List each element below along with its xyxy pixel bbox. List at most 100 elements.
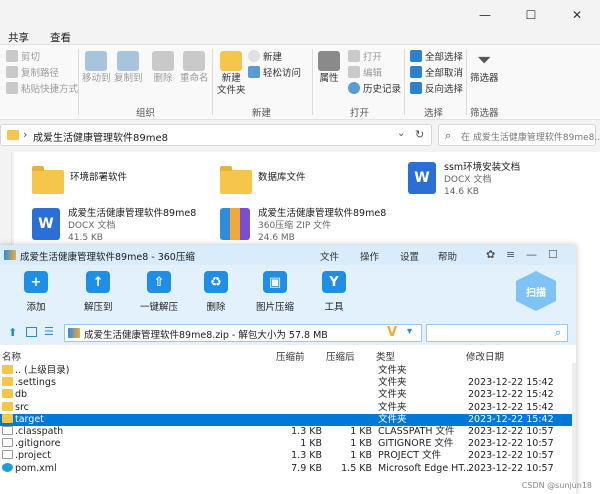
- paste-shortcut-button[interactable]: 粘贴快捷方式: [6, 81, 78, 95]
- address-bar[interactable]: › 成爱生活健康管理软件89me8 ⌄ ↻: [0, 124, 432, 146]
- properties-button[interactable]: 属性: [318, 51, 340, 85]
- select-all-button[interactable]: 全部选择: [410, 49, 463, 63]
- menu-icon[interactable]: ≡: [506, 248, 515, 261]
- file-icon: [2, 426, 13, 435]
- search-input[interactable]: ⌕ 在 成爱生活健康管理软件89me8...: [438, 124, 600, 146]
- watermark: CSDN @sunjun18: [521, 481, 592, 490]
- dropdown-arrow-icon[interactable]: ▾: [407, 326, 412, 337]
- table-row[interactable]: .classpath 1.3 KB 1 KB CLASSPATH 文件 2023-12-…: [0, 426, 576, 438]
- table-row[interactable]: .gitignore 1 KB 1 KB GITIGNORE 文件 2023-12-22…: [0, 438, 576, 450]
- menu-tab-share[interactable]: 共享: [8, 30, 29, 45]
- ribbon-separator: [466, 49, 467, 115]
- cell-type: CLASSPATH 文件: [378, 426, 455, 437]
- cell-type: PROJECT 文件: [378, 450, 442, 462]
- clock-icon: [348, 82, 360, 94]
- cell-date: 2023-12-22 15:42: [468, 413, 554, 425]
- ribbon: 剪切 复制路径 粘贴快捷方式 移动到 复制到 删除 重命名 组织 新建 文件夹 …: [0, 44, 600, 120]
- copy-to-button[interactable]: 复制到: [114, 51, 143, 85]
- easy-access-button[interactable]: 轻松访问: [248, 65, 301, 79]
- delete-button[interactable]: 删除: [152, 51, 174, 85]
- menu-tab-view[interactable]: 查看: [50, 30, 71, 45]
- zip-path-field[interactable]: 成爱生活健康管理软件89me8.zip - 解包大小为 57.8 MB V ▾: [64, 324, 422, 342]
- cell-date: 2023-12-22 15:42: [468, 401, 554, 413]
- chevron-down-icon[interactable]: ⌄: [397, 128, 405, 139]
- up-arrow-icon[interactable]: ⬆: [8, 326, 17, 339]
- cell-name: .project: [2, 450, 51, 462]
- column-modified[interactable]: 修改日期: [466, 349, 504, 363]
- tab-settings[interactable]: 设置: [400, 249, 419, 263]
- new-folder-icon: [220, 51, 243, 71]
- cut-button[interactable]: 剪切: [6, 49, 40, 63]
- file-item[interactable]: 成爱生活健康管理软件89me8 360压缩 ZIP 文件 24.6 MB: [220, 208, 386, 244]
- maximize-button[interactable]: ☐: [508, 0, 554, 30]
- maximize-icon[interactable]: ☐: [548, 248, 558, 261]
- copy-to-icon: [117, 51, 140, 71]
- column-type[interactable]: 类型: [376, 349, 395, 363]
- scrollbar[interactable]: [572, 363, 576, 483]
- column-size-before[interactable]: 压缩前: [276, 349, 305, 363]
- search-icon[interactable]: ⌕: [555, 326, 561, 340]
- rename-icon: [183, 51, 206, 71]
- tab-help[interactable]: 帮助: [438, 249, 457, 263]
- select-none-button[interactable]: 全部取消: [410, 65, 463, 79]
- tab-operation[interactable]: 操作: [360, 249, 379, 263]
- history-button[interactable]: 历史记录: [348, 81, 401, 95]
- edge-icon: [2, 462, 13, 472]
- table-row[interactable]: src 文件夹 2023-12-22 15:42: [0, 401, 576, 414]
- thumbnail-view-icon[interactable]: [26, 327, 37, 337]
- file-item[interactable]: W 成爱生活健康管理软件89me8 DOCX 文档 41.5 KB: [32, 208, 196, 244]
- invert-selection-button[interactable]: 反向选择: [410, 81, 463, 95]
- group-label-filter: 筛选器: [470, 108, 499, 119]
- folder-icon: [2, 389, 13, 399]
- column-size-after[interactable]: 压缩后: [326, 349, 355, 363]
- folder-icon: [2, 413, 13, 423]
- breadcrumb[interactable]: 成爱生活健康管理软件89me8: [33, 129, 168, 144]
- group-label-new: 新建: [252, 108, 272, 119]
- cell-type: Microsoft Edge HT...: [378, 462, 473, 474]
- add-button[interactable]: + 添加: [24, 271, 48, 313]
- rename-button[interactable]: 重命名: [180, 51, 209, 85]
- minimize-button[interactable]: —: [462, 0, 508, 30]
- table-row[interactable]: pom.xml 7.9 KB 1.5 KB Microsoft Edge HT... 2…: [0, 462, 576, 475]
- toolbar-label: 图片压缩: [256, 302, 295, 313]
- one-click-extract-button[interactable]: ⇧ 一键解压: [140, 271, 178, 313]
- file-name: .project: [15, 450, 51, 462]
- invert-selection-icon: [410, 82, 422, 94]
- copy-path-button[interactable]: 复制路径: [6, 65, 59, 79]
- table-row[interactable]: target 文件夹 2023-12-22 15:42: [0, 413, 576, 426]
- new-item-button[interactable]: 新建: [248, 49, 282, 63]
- table-row[interactable]: .settings 文件夹 2023-12-22 15:42: [0, 377, 576, 389]
- skin-icon[interactable]: ✿: [486, 248, 495, 261]
- open-button[interactable]: 打开: [348, 49, 382, 63]
- edit-button[interactable]: 编辑: [348, 65, 382, 79]
- scan-button[interactable]: 扫描: [516, 271, 556, 311]
- minimize-icon[interactable]: —: [526, 248, 537, 261]
- image-compress-button[interactable]: ▣ 图片压缩: [256, 271, 294, 313]
- close-button[interactable]: ✕: [554, 0, 600, 30]
- wrench-icon: [318, 51, 340, 71]
- move-to-button[interactable]: 移动到: [82, 51, 111, 85]
- file-item[interactable]: W ssm环境安装文档 DOCX 文档 14.6 KB: [408, 162, 520, 198]
- cell-name: .settings: [2, 377, 56, 389]
- tools-icon: Y: [322, 271, 346, 293]
- column-name[interactable]: 名称: [2, 349, 21, 363]
- extract-to-button[interactable]: ↑ 解压到: [84, 271, 113, 313]
- cell-name: src: [2, 401, 29, 414]
- table-row[interactable]: db 文件夹 2023-12-22 15:42: [0, 389, 576, 401]
- list-view-icon[interactable]: ☰: [44, 325, 54, 338]
- cell-type: 文件夹: [378, 413, 407, 425]
- file-name: 数据库文件: [258, 172, 306, 183]
- refresh-icon[interactable]: ↻: [415, 128, 424, 141]
- tools-button[interactable]: Y 工具: [322, 271, 346, 313]
- filter-button[interactable]: ⏷ 筛选器: [470, 51, 499, 85]
- table-row[interactable]: .project 1.3 KB 1 KB PROJECT 文件 2023-12-22 1…: [0, 450, 576, 462]
- toolbar-label: 删除: [206, 302, 226, 313]
- delete-button[interactable]: ♻ 删除: [204, 271, 228, 313]
- tab-file[interactable]: 文件: [320, 249, 339, 263]
- zip-path-text: 成爱生活健康管理软件89me8.zip - 解包大小为 57.8 MB: [84, 330, 328, 341]
- new-folder-button[interactable]: 新建 文件夹: [217, 51, 246, 97]
- file-item[interactable]: 环境部署软件: [32, 166, 127, 194]
- file-item[interactable]: 数据库文件: [220, 166, 306, 194]
- zip-search-input[interactable]: ⌕: [426, 324, 568, 342]
- table-row[interactable]: .. (上级目录) 文件夹: [0, 365, 576, 377]
